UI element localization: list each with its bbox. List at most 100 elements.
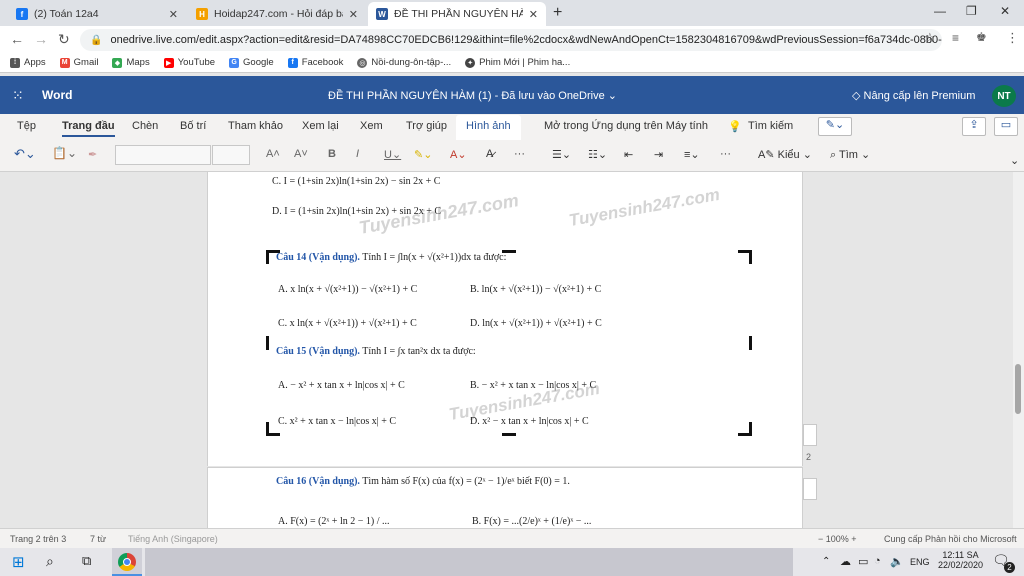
- zoom-control[interactable]: − 100% +: [818, 534, 857, 544]
- tab-picture[interactable]: Hình ảnh: [456, 115, 521, 140]
- more-icon[interactable]: ···: [514, 148, 525, 160]
- shrink-font-icon[interactable]: A˅: [294, 148, 308, 160]
- crop-handle-bottom-left[interactable]: [266, 422, 280, 436]
- bookmark-label: Nồi-dung-ôn-tập-...: [371, 57, 452, 68]
- chrome-taskbar-button[interactable]: [112, 548, 142, 576]
- new-tab-button[interactable]: +: [553, 4, 562, 22]
- bookmark-phimmoi[interactable]: ✦ Phim Mới | Phim ha...: [465, 57, 570, 68]
- bookmark-maps[interactable]: ◆ Maps: [112, 57, 150, 68]
- tab-hoidap[interactable]: H Hoidap247.com - Hỏi đáp bài tập ✕: [188, 2, 366, 26]
- vertical-scrollbar[interactable]: [1013, 172, 1024, 528]
- styles-button[interactable]: A✎ Kiểu ⌄: [758, 148, 812, 161]
- font-name-dropdown[interactable]: [115, 145, 211, 165]
- wifi-icon[interactable]: ◔: [874, 555, 881, 567]
- increase-indent-icon[interactable]: ⇥: [654, 148, 663, 161]
- crop-handle-top-right[interactable]: [738, 250, 752, 264]
- open-in-desktop-app[interactable]: Mở trong Ứng dụng trên Máy tính: [544, 120, 708, 132]
- crop-handle-top[interactable]: [502, 250, 516, 253]
- url-field[interactable]: 🔒 onedrive.live.com/edit.aspx?action=edi…: [80, 29, 942, 51]
- tab-facebook[interactable]: f (2) Toán 12a4 ✕: [8, 2, 186, 26]
- crop-handle-right[interactable]: [749, 336, 752, 350]
- volume-icon[interactable]: 🔈: [890, 555, 904, 568]
- find-button[interactable]: ⌕ Tìm ⌄: [830, 148, 870, 162]
- font-color-icon[interactable]: A⌄: [450, 148, 467, 161]
- numbering-icon[interactable]: ☷⌄: [588, 148, 607, 161]
- notification-badge: 2: [1004, 562, 1015, 573]
- task-view-icon[interactable]: ⧉: [82, 553, 91, 569]
- comments-icon[interactable]: ▭: [994, 117, 1018, 136]
- input-language[interactable]: ENG: [910, 557, 930, 567]
- decrease-indent-icon[interactable]: ⇤: [624, 148, 633, 161]
- back-icon[interactable]: ←: [10, 31, 24, 47]
- bookmark-label: Gmail: [73, 57, 99, 68]
- document-page[interactable]: Tuyensinh247.com Tuyensinh247.com Tuyens…: [207, 172, 803, 466]
- grow-font-icon[interactable]: A˄: [266, 148, 280, 160]
- bullets-icon[interactable]: ☰⌄: [552, 148, 571, 161]
- tab-file[interactable]: Tệp: [17, 120, 36, 132]
- tab-insert[interactable]: Chèn: [132, 120, 158, 132]
- star-icon[interactable]: ☆: [924, 30, 936, 46]
- browser-tab-bar: f (2) Toán 12a4 ✕ H Hoidap247.com - Hỏi …: [0, 0, 1024, 26]
- bookmark-youtube[interactable]: ▶ YouTube: [163, 57, 215, 68]
- close-window-icon[interactable]: ✕: [1000, 4, 1010, 18]
- windows-start-icon[interactable]: ⊞: [12, 553, 25, 571]
- more-paragraph-icon[interactable]: ···: [720, 148, 731, 160]
- feedback-link[interactable]: Cung cấp Phản hồi cho Microsoft: [884, 534, 1017, 544]
- onedrive-icon[interactable]: ☁: [840, 555, 851, 568]
- tab-view[interactable]: Xem: [360, 120, 383, 132]
- bookmark-apps[interactable]: ⁞ Apps: [10, 57, 46, 68]
- avatar[interactable]: NT: [992, 85, 1016, 107]
- q16-text: Tìm hàm số F(x) của f(x) = (2ˣ − 1)/eˣ b…: [359, 476, 570, 487]
- upgrade-premium-link[interactable]: ◇ Nâng cấp lên Premium: [852, 89, 975, 102]
- tab-word-doc[interactable]: W ĐỀ THI PHẦN NGUYÊN HÀM (1).d ✕: [368, 2, 546, 26]
- underline-icon[interactable]: U⌄: [384, 148, 401, 161]
- close-icon[interactable]: ✕: [529, 8, 538, 21]
- highlight-icon[interactable]: ✎⌄: [414, 148, 432, 161]
- share-icon[interactable]: ⇪: [962, 117, 986, 136]
- tab-references[interactable]: Tham khảo: [228, 120, 283, 132]
- forward-icon[interactable]: →: [34, 31, 48, 47]
- reload-icon[interactable]: ↻: [58, 31, 70, 48]
- bold-icon[interactable]: B: [328, 148, 336, 160]
- italic-icon[interactable]: I: [356, 148, 359, 160]
- doc-title[interactable]: ĐỀ THI PHẦN NGUYÊN HÀM (1) - Đã lưu vào …: [328, 89, 617, 102]
- bookmark-facebook[interactable]: f Facebook: [287, 57, 343, 68]
- app-name[interactable]: Word: [42, 88, 72, 102]
- bookmark-google[interactable]: G Google: [229, 57, 274, 68]
- close-icon[interactable]: ✕: [349, 8, 358, 21]
- font-size-dropdown[interactable]: [212, 145, 250, 165]
- tab-review[interactable]: Xem lại: [302, 120, 339, 132]
- search-icon[interactable]: ⌕: [46, 553, 54, 570]
- format-painter-icon[interactable]: ✒: [88, 148, 97, 161]
- align-icon[interactable]: ≡⌄: [684, 148, 700, 161]
- scrollbar-thumb[interactable]: [1015, 364, 1021, 414]
- tab-layout[interactable]: Bố trí: [180, 120, 206, 132]
- bookmark-noidung[interactable]: ◎ Nồi-dung-ôn-tập-...: [357, 57, 451, 68]
- document-page-next[interactable]: Câu 16 (Vận dụng). Tìm hàm số F(x) của f…: [207, 467, 803, 528]
- app-launcher-icon[interactable]: ⁙: [12, 87, 24, 104]
- clock[interactable]: 12:11 SA 22/02/2020: [938, 550, 983, 570]
- undo-icon[interactable]: ↶⌄: [14, 146, 36, 162]
- tray-chevron-icon[interactable]: ⌃: [822, 556, 830, 567]
- crop-handle-bottom[interactable]: [502, 433, 516, 436]
- crop-handle-bottom-right[interactable]: [738, 422, 752, 436]
- extension-icon[interactable]: ♚: [976, 30, 987, 44]
- language[interactable]: Tiếng Anh (Singapore): [128, 534, 218, 544]
- paste-icon[interactable]: 📋⌄: [52, 146, 77, 160]
- clear-format-icon[interactable]: A̷: [486, 148, 493, 160]
- crop-handle-left[interactable]: [266, 336, 269, 350]
- chevron-down-icon[interactable]: ⌄: [1010, 154, 1019, 167]
- menu-icon[interactable]: ⋮: [1006, 30, 1019, 46]
- tab-home[interactable]: Trang đầu: [62, 120, 115, 137]
- restore-icon[interactable]: ❐: [966, 4, 977, 18]
- close-icon[interactable]: ✕: [169, 8, 178, 21]
- minimize-icon[interactable]: —: [934, 4, 946, 18]
- tell-me-search[interactable]: Tìm kiếm: [748, 120, 793, 132]
- battery-icon[interactable]: ▭: [858, 555, 868, 568]
- apps-grid-icon: ⁞: [10, 57, 20, 68]
- crop-handle-top-left[interactable]: [266, 250, 280, 264]
- bookmark-gmail[interactable]: M Gmail: [59, 57, 99, 68]
- reading-list-icon[interactable]: ≡: [952, 31, 959, 45]
- tab-help[interactable]: Trợ giúp: [406, 120, 447, 132]
- pen-icon[interactable]: ✎⌄: [818, 117, 852, 136]
